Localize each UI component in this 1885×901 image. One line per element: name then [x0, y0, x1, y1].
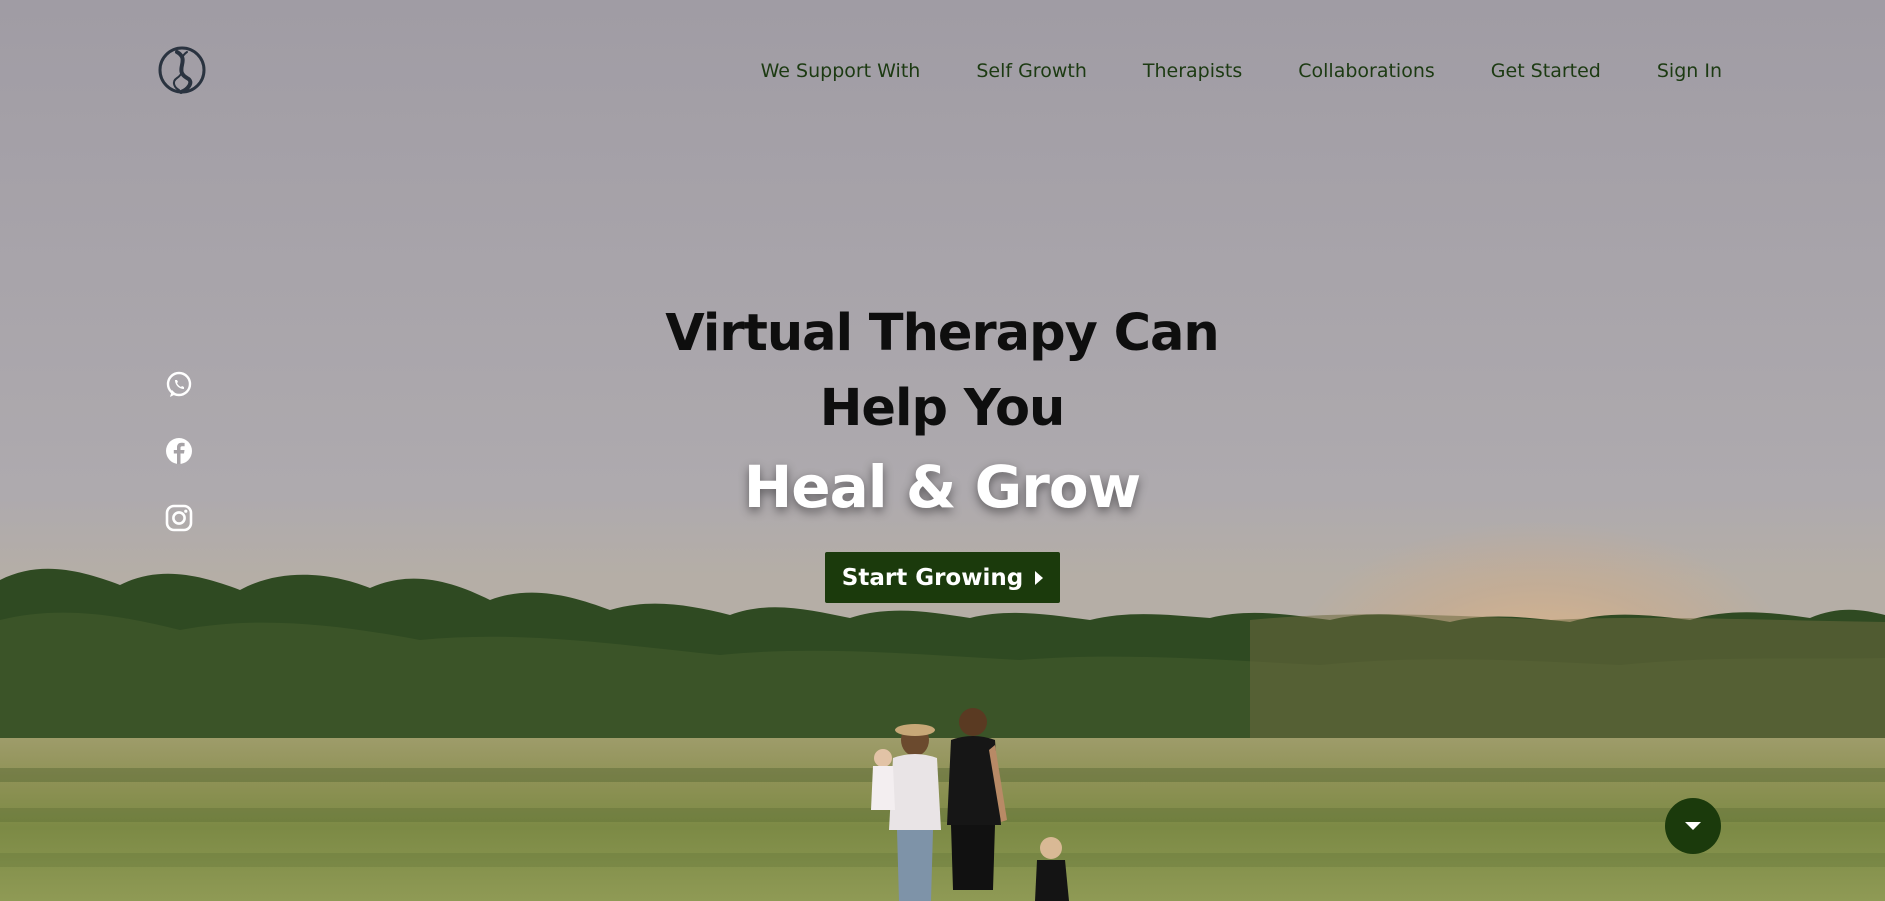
headline-line-2: Help You	[819, 379, 1066, 438]
main-nav: We Support With Self Growth Therapists C…	[761, 60, 1722, 82]
start-growing-button[interactable]: Start Growing	[825, 552, 1060, 603]
hero-headline: Virtual Therapy Can Help You Heal & Grow	[592, 296, 1292, 528]
instagram-icon[interactable]	[165, 504, 193, 532]
nav-item-get-started[interactable]: Get Started	[1491, 60, 1601, 82]
caret-right-icon	[1035, 570, 1044, 585]
family-walking-photo	[871, 708, 1069, 901]
nav-item-collaborations[interactable]: Collaborations	[1298, 60, 1435, 82]
headline-line-1: Virtual Therapy Can	[665, 304, 1219, 363]
hero-section: We Support With Self Growth Therapists C…	[0, 0, 1885, 901]
facebook-icon[interactable]	[165, 437, 193, 465]
nav-item-self-growth[interactable]: Self Growth	[976, 60, 1087, 82]
nav-item-therapists[interactable]: Therapists	[1143, 60, 1242, 82]
nav-item-we-support-with[interactable]: We Support With	[761, 60, 921, 82]
headline-accent: Heal & Grow	[743, 453, 1142, 521]
whatsapp-icon[interactable]	[165, 371, 193, 399]
scroll-down-button[interactable]	[1665, 798, 1721, 854]
start-growing-label: Start Growing	[841, 564, 1024, 591]
nav-item-sign-in[interactable]: Sign In	[1657, 60, 1722, 82]
chevron-down-icon	[1685, 822, 1701, 830]
dna-helix-logo-icon[interactable]	[157, 44, 207, 96]
